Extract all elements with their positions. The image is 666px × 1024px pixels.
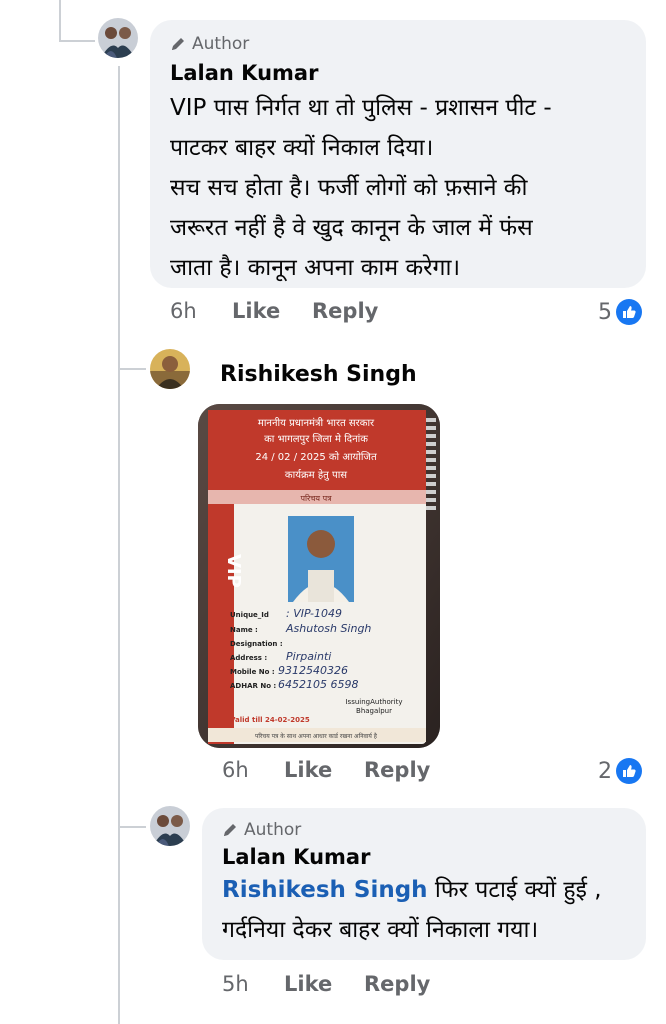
- comment-time[interactable]: 6h: [170, 299, 232, 323]
- author-badge: Author: [170, 32, 624, 56]
- thread-line: [118, 826, 146, 828]
- pass-section: परिचय पत्र: [300, 493, 332, 503]
- avatar[interactable]: [98, 18, 138, 58]
- pass-field-label: Mobile No :: [230, 668, 275, 676]
- commenter-name[interactable]: Rishikesh Singh: [220, 362, 417, 387]
- pencil-icon: [172, 38, 184, 50]
- mention-link[interactable]: Rishikesh Singh: [222, 877, 428, 903]
- thread-line: [118, 66, 120, 1024]
- thread-line: [59, 40, 95, 42]
- comment-line: जाता है। कानून अपना काम करेगा।: [170, 255, 461, 281]
- comment-line: VIP पास निर्गत था तो पुलिस - प्रशासन पीट…: [170, 95, 552, 121]
- thread-line: [59, 0, 61, 42]
- reaction-number: 5: [598, 299, 612, 325]
- like-button[interactable]: Like: [284, 758, 364, 782]
- comment-text: VIP पास निर्गत था तो पुलिस - प्रशासन पीट…: [170, 88, 624, 288]
- like-reaction-icon: [616, 758, 642, 784]
- comment-line: गर्दनिया देकर बाहर क्यों निकाला गया।: [222, 917, 539, 943]
- comment-actions: 6h Like Reply: [222, 758, 430, 782]
- comment-line: पाटकर बाहर क्यों निकाल दिया।: [170, 135, 434, 161]
- reaction-count[interactable]: 5: [598, 299, 642, 325]
- pass-issuing: IssuingAuthority: [345, 698, 402, 706]
- author-label: Author: [192, 34, 250, 54]
- like-button[interactable]: Like: [232, 299, 312, 323]
- pass-header-line: 24 / 02 / 2025 को आयोजित: [255, 451, 377, 463]
- comment-actions: 5h Like Reply: [222, 972, 430, 996]
- attached-photo[interactable]: माननीय प्रधानमंत्री भारत सरकार का भागलपु…: [198, 404, 440, 748]
- pass-field-value: 9312540326: [278, 664, 348, 677]
- reply-button[interactable]: Reply: [364, 972, 430, 996]
- vip-label: VIP: [223, 554, 244, 588]
- comment-line: जरूरत नहीं है वे खुद कानून के जाल में फं…: [170, 215, 533, 241]
- like-button[interactable]: Like: [284, 972, 364, 996]
- comment-bubble: Author Lalan Kumar Rishikesh Singh फिर प…: [202, 808, 646, 960]
- reaction-count[interactable]: 2: [598, 758, 642, 784]
- pass-footer: परिचय पत्र के साथ अपना आधार कार्ड रखना अ…: [255, 732, 378, 740]
- pass-field-label: ADHAR No :: [230, 682, 276, 690]
- comment-line-text: फिर पटाई क्यों हुई ,: [427, 877, 602, 903]
- pass-header-line: माननीय प्रधानमंत्री भारत सरकार: [258, 417, 375, 429]
- comment-line: सच सच होता है। फर्जी लोगों को फ़साने की: [170, 175, 528, 201]
- author-label: Author: [244, 820, 302, 840]
- like-reaction-icon: [616, 299, 642, 325]
- pass-field-label: Designation :: [230, 640, 283, 648]
- comment-line: Rishikesh Singh फिर पटाई क्यों हुई ,: [222, 870, 628, 910]
- pass-field-value: : VIP-1049: [286, 607, 342, 620]
- avatar[interactable]: [150, 806, 190, 846]
- pass-header-line: का भागलपुर जिला मे दिनांक: [264, 433, 368, 445]
- pass-validity: Valid till 24-02-2025: [230, 716, 310, 724]
- pass-header-line: कार्यक्रम हेतु पास: [285, 469, 347, 481]
- pass-field-label: Address :: [230, 654, 267, 662]
- pass-issuing-place: Bhagalpur: [356, 707, 392, 715]
- pass-field-value: Ashutosh Singh: [285, 622, 371, 635]
- reaction-number: 2: [598, 758, 612, 784]
- pencil-icon: [224, 824, 236, 836]
- pass-field-label: Name :: [230, 626, 258, 634]
- reply-button[interactable]: Reply: [364, 758, 430, 782]
- avatar[interactable]: [150, 349, 190, 389]
- vip-pass-image: माननीय प्रधानमंत्री भारत सरकार का भागलपु…: [198, 404, 440, 748]
- reply-button[interactable]: Reply: [312, 299, 378, 323]
- comment-bubble: Author Lalan Kumar VIP पास निर्गत था तो …: [150, 20, 646, 288]
- pass-field-label: Unique_Id: [230, 611, 269, 619]
- commenter-name[interactable]: Lalan Kumar: [170, 60, 624, 86]
- commenter-name[interactable]: Lalan Kumar: [222, 844, 628, 870]
- pass-field-value: 6452105 6598: [278, 678, 358, 691]
- author-badge: Author: [222, 818, 628, 842]
- thread-line: [118, 368, 146, 370]
- comment-time[interactable]: 5h: [222, 972, 284, 996]
- pass-field-value: Pirpainti: [286, 650, 331, 663]
- comment-time[interactable]: 6h: [222, 758, 284, 782]
- comment-actions: 6h Like Reply: [170, 299, 378, 323]
- comment-text: Rishikesh Singh फिर पटाई क्यों हुई , गर्…: [222, 870, 628, 950]
